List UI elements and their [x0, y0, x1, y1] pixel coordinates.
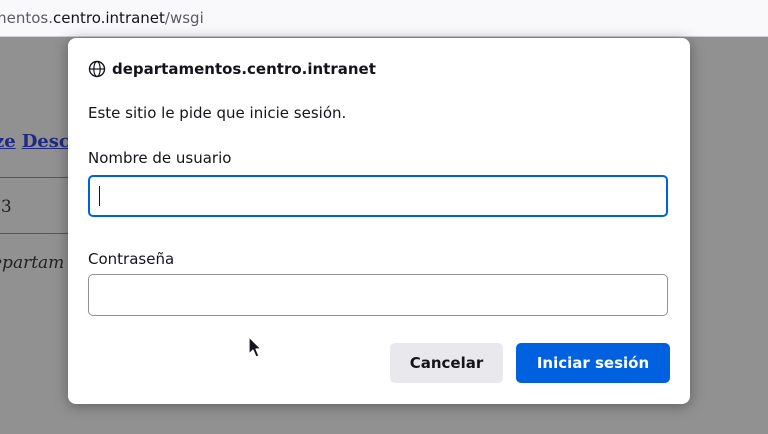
text-caret	[99, 186, 100, 206]
url-bar[interactable]: mentos.centro.intranet/wsgi	[0, 0, 768, 37]
background-italic-text: epartam	[0, 253, 65, 273]
url-host: centro.intranet	[53, 9, 165, 27]
password-input[interactable]	[88, 274, 668, 316]
auth-dialog: departamentos.centro.intranet Este sitio…	[68, 38, 690, 404]
login-button[interactable]: Iniciar sesión	[516, 343, 670, 383]
url-path: /wsgi	[164, 9, 204, 27]
background-link-1: ze	[0, 131, 16, 152]
password-label: Contraseña	[88, 250, 175, 268]
username-input[interactable]	[88, 175, 668, 217]
mouse-pointer-icon	[248, 336, 262, 358]
cancel-button[interactable]: Cancelar	[390, 343, 503, 383]
globe-icon	[88, 60, 106, 78]
dialog-site: departamentos.centro.intranet	[112, 60, 376, 78]
dialog-message: Este sitio le pide que inicie sesión.	[88, 104, 347, 122]
background-link-2: Desc	[21, 131, 70, 152]
dialog-header: departamentos.centro.intranet	[88, 60, 376, 78]
background-links: zeDesc	[0, 131, 76, 152]
background-number: 73	[0, 197, 12, 217]
url-prefix: mentos.	[0, 9, 53, 27]
username-label: Nombre de usuario	[88, 149, 232, 167]
